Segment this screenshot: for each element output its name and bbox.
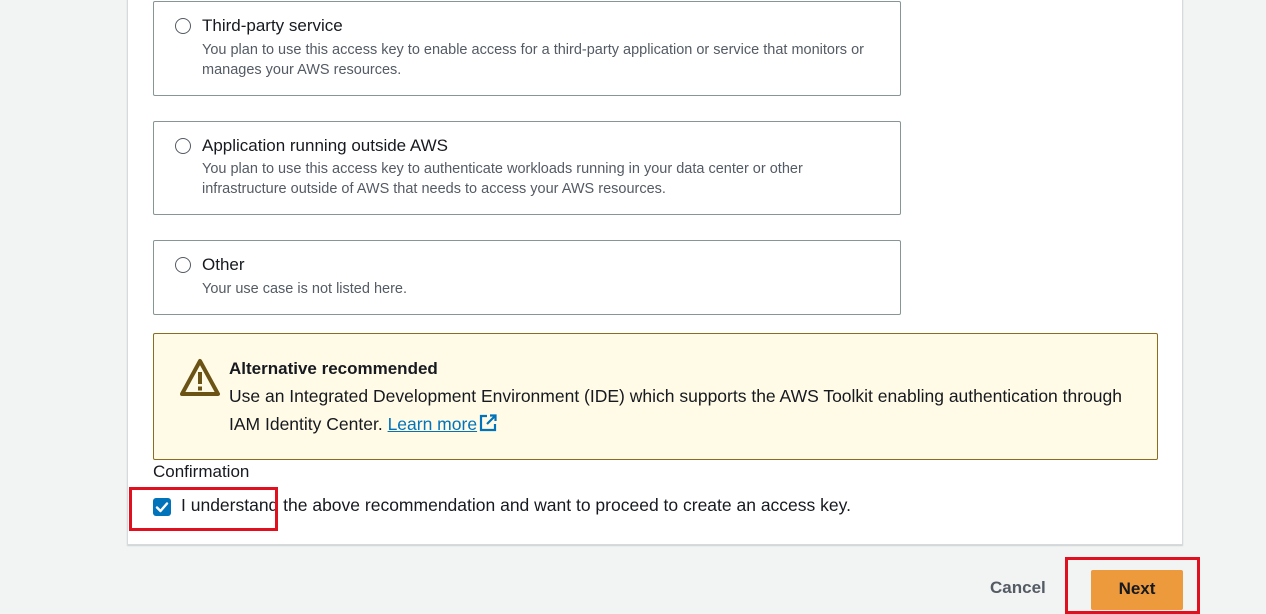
option-title: Third-party service (202, 16, 343, 35)
checkbox-highlight-box (129, 487, 278, 531)
radio-third-party-service[interactable] (175, 18, 191, 34)
option-application-outside-aws[interactable]: Application running outside AWS You plan… (153, 121, 901, 215)
option-title: Application running outside AWS (202, 136, 449, 155)
radio-other[interactable] (175, 257, 191, 273)
option-title: Other (202, 255, 245, 274)
learn-more-link[interactable]: Learn more (388, 414, 478, 434)
option-other[interactable]: Other Your use case is not listed here. (153, 240, 901, 315)
confirm-checkbox-label[interactable]: I understand the above recommendation an… (181, 495, 851, 516)
option-description: Your use case is not listed here. (202, 281, 408, 297)
warning-icon (180, 359, 220, 396)
next-button-highlight-box (1065, 557, 1200, 614)
radio-application-outside-aws[interactable] (175, 138, 191, 154)
cancel-button[interactable]: Cancel (990, 578, 1046, 598)
alert-body: Use an Integrated Development Environmen… (229, 382, 1129, 438)
confirmation-label: Confirmation (153, 462, 250, 481)
alert-title: Alternative recommended (229, 359, 438, 378)
option-third-party-service[interactable]: Third-party service You plan to use this… (153, 1, 901, 96)
alert-text: Use an Integrated Development Environmen… (229, 386, 1123, 434)
alternative-recommended-alert: Alternative recommended Use an Integrate… (153, 333, 1158, 460)
option-description: You plan to use this access key to enabl… (202, 42, 864, 78)
external-link-icon (479, 414, 497, 432)
option-description: You plan to use this access key to authe… (202, 161, 803, 197)
